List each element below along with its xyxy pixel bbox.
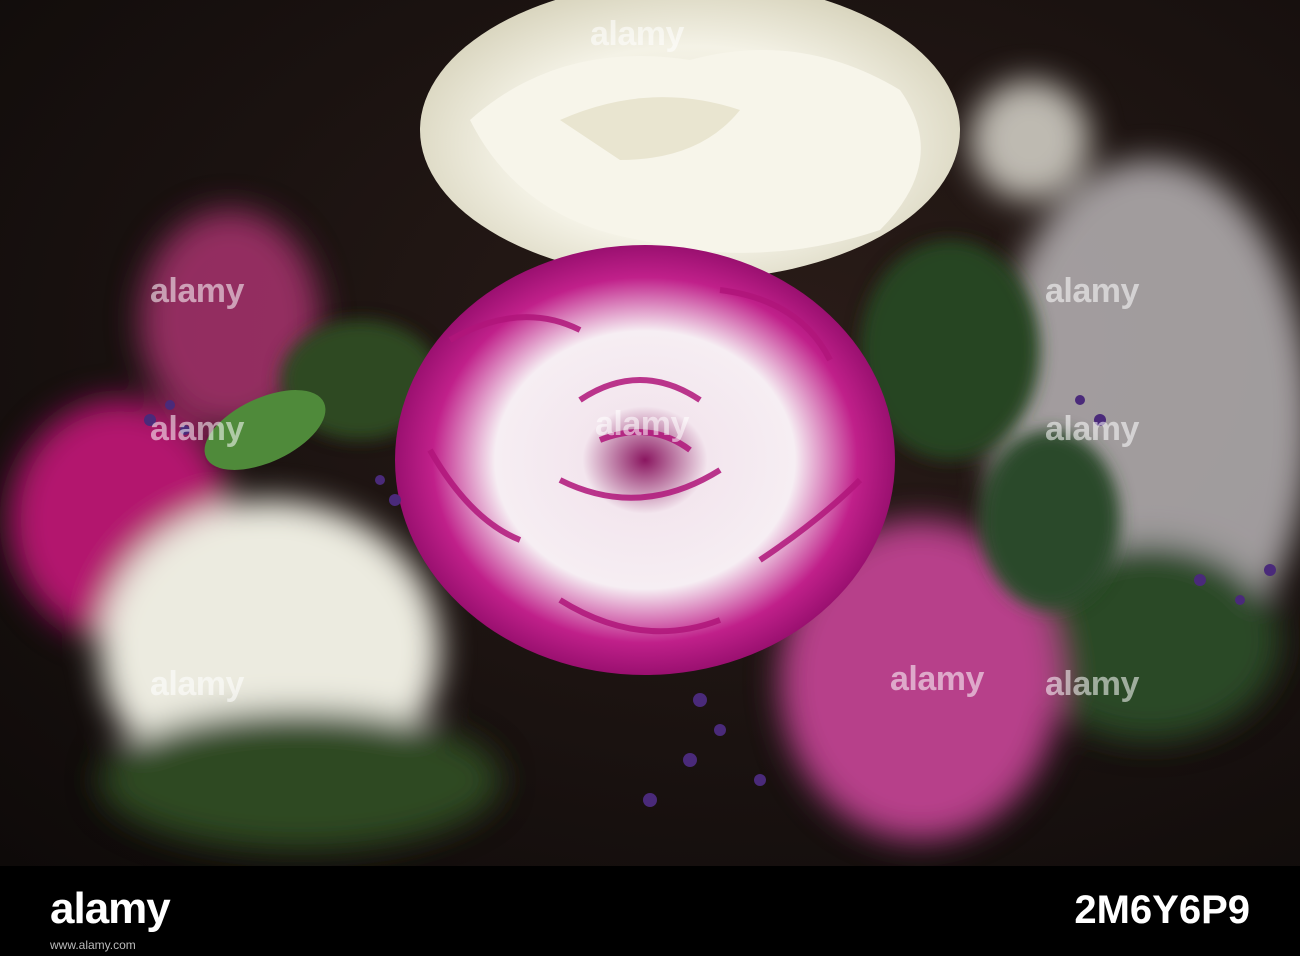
watermark: alamy: [150, 665, 244, 703]
watermark: alamy: [1045, 272, 1139, 310]
footer-logo: alamy: [50, 884, 171, 933]
photo: alamy alamy alamy alamy alamy alamy alam…: [0, 0, 1300, 866]
watermark: alamy: [1045, 410, 1139, 448]
footer-bar: alamy www.alamy.com 2M6Y6P9: [0, 866, 1300, 956]
watermark: alamy: [1045, 665, 1139, 703]
footer-site: www.alamy.com: [50, 938, 136, 952]
watermark: alamy: [150, 272, 244, 310]
watermark: alamy: [590, 15, 684, 53]
watermark: alamy: [150, 410, 244, 448]
carnation-main: [395, 245, 895, 675]
image-id: 2M6Y6P9: [1074, 888, 1250, 932]
white-rose: [420, 0, 960, 280]
watermark: alamy: [595, 405, 689, 443]
watermark: alamy: [890, 660, 984, 698]
